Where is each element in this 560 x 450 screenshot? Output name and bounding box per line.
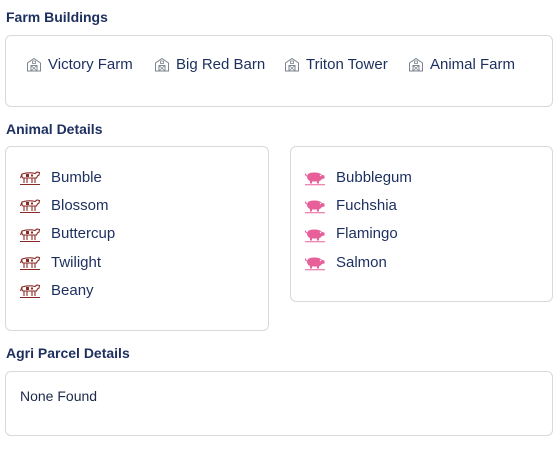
cow-icon	[19, 256, 41, 271]
agri-parcel-title: Agri Parcel Details	[6, 345, 130, 361]
building-item-big-red-barn[interactable]: Big Red Barn	[154, 53, 265, 75]
list-item-cow[interactable]: Buttercup	[19, 220, 115, 248]
building-item-animal-farm[interactable]: Animal Farm	[408, 53, 515, 75]
pig-icon	[304, 200, 325, 214]
farm-building-icon	[27, 57, 41, 72]
list-item-cow[interactable]: Beany	[19, 276, 115, 304]
building-item-triton-tower[interactable]: Triton Tower	[284, 53, 388, 75]
list-item-pig[interactable]: Flamingo	[304, 220, 412, 248]
farm-building-icon	[409, 57, 423, 72]
list-item-cow[interactable]: Twilight	[19, 248, 115, 276]
pig-list: Bubblegum Fuchshia Flamingo Salmon	[304, 163, 412, 276]
list-item-cow[interactable]: Bumble	[19, 163, 115, 191]
cow-icon	[19, 171, 41, 186]
empty-state-text: None Found	[20, 388, 98, 404]
building-label: Triton Tower	[306, 55, 388, 73]
cow-name: Buttercup	[51, 225, 116, 243]
pig-name: Flamingo	[336, 225, 398, 243]
building-label: Big Red Barn	[176, 55, 266, 73]
cow-name: Twilight	[51, 253, 102, 271]
cow-list: Bumble Blossom Buttercup Twilight Beany	[19, 163, 115, 304]
building-item-victory-farm[interactable]: Victory Farm	[26, 53, 133, 75]
farm-building-icon	[285, 57, 299, 72]
list-item-pig[interactable]: Fuchshia	[304, 191, 412, 219]
list-item-pig[interactable]: Salmon	[304, 248, 412, 276]
pig-name: Bubblegum	[336, 168, 412, 186]
pig-name: Fuchshia	[336, 196, 397, 214]
building-label: Victory Farm	[48, 55, 133, 73]
cow-name: Blossom	[51, 196, 109, 214]
farm-buildings-title: Farm Buildings	[6, 9, 108, 25]
pig-icon	[304, 172, 325, 186]
pig-icon	[304, 229, 325, 243]
list-item-pig[interactable]: Bubblegum	[304, 163, 412, 191]
animal-details-title: Animal Details	[6, 121, 103, 137]
pig-icon	[304, 257, 325, 271]
building-label: Animal Farm	[430, 55, 516, 73]
agri-parcel-panel: None Found	[5, 371, 553, 436]
cow-icon	[19, 199, 41, 214]
farm-buildings-panel: Victory Farm Big Red Barn Triton Tower A…	[5, 35, 553, 107]
cow-name: Bumble	[51, 168, 102, 186]
cows-panel: Bumble Blossom Buttercup Twilight Beany	[5, 146, 269, 331]
pig-name: Salmon	[336, 253, 387, 271]
pigs-panel: Bubblegum Fuchshia Flamingo Salmon	[290, 146, 553, 302]
list-item-cow[interactable]: Blossom	[19, 191, 115, 219]
cow-name: Beany	[51, 281, 94, 299]
farm-building-icon	[155, 57, 169, 72]
cow-icon	[19, 228, 41, 242]
cow-icon	[19, 284, 41, 299]
